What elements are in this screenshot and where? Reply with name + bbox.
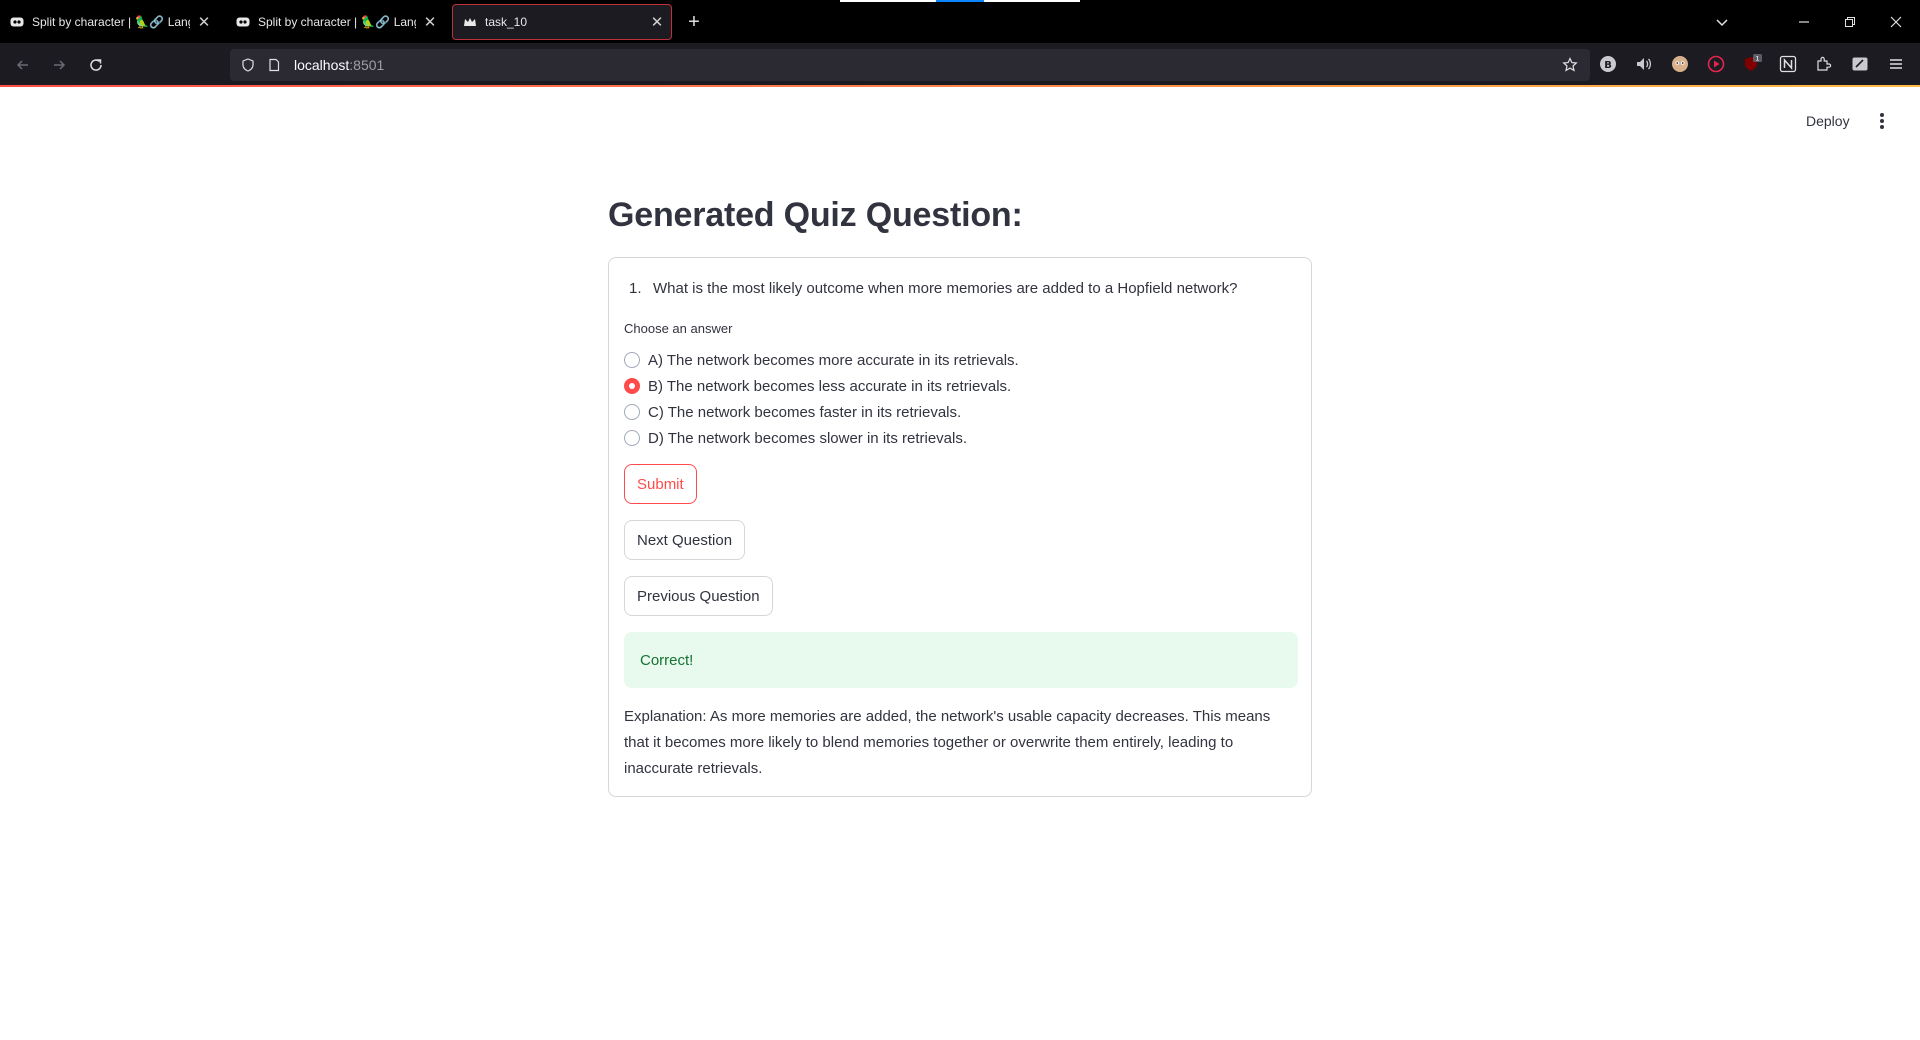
svg-text:B: B (1604, 60, 1612, 71)
extensions-puzzle-icon[interactable] (1813, 53, 1835, 75)
submit-button[interactable]: Submit (624, 464, 697, 504)
page-info-icon[interactable] (266, 57, 282, 73)
forward-arrow-icon[interactable] (46, 52, 72, 78)
radio-button[interactable] (624, 404, 640, 420)
browser-tab-1[interactable]: Split by character | 🦜🔗 LangChain ✕ (0, 4, 218, 40)
notion-extension-icon[interactable] (1777, 53, 1799, 75)
streamlit-crown-icon (463, 15, 477, 29)
url-host: localhost (294, 57, 350, 73)
reload-icon[interactable] (83, 52, 109, 78)
sidebar-extension-icon[interactable] (1849, 53, 1871, 75)
tab-title: Split by character | 🦜🔗 LangChain (32, 15, 190, 29)
ublock-shield-icon[interactable]: 1 (1741, 53, 1763, 75)
langchain-favicon-icon (10, 15, 24, 29)
page-title: Generated Quiz Question: (608, 196, 1023, 234)
bitwarden-extension-icon[interactable]: B (1597, 53, 1619, 75)
answer-option-a[interactable]: A) The network becomes more accurate in … (624, 349, 1019, 371)
answer-option-b[interactable]: B) The network becomes less accurate in … (624, 375, 1011, 397)
browser-tab-bar: Split by character | 🦜🔗 LangChain ✕ Spli… (0, 0, 1920, 43)
extension-badge-count: 1 (1755, 55, 1759, 63)
radio-button[interactable] (624, 430, 640, 446)
avatar-extension-icon[interactable] (1669, 53, 1691, 75)
quiz-card: 1. What is the most likely outcome when … (608, 257, 1312, 797)
hamburger-menu-icon[interactable] (1885, 53, 1907, 75)
browser-tab-2[interactable]: Split by character | 🦜🔗 LangChain ✕ (226, 4, 444, 40)
back-arrow-icon[interactable] (10, 52, 36, 78)
explanation-text: Explanation: As more memories are added,… (624, 708, 1271, 777)
tab-title: task_10 (485, 15, 528, 29)
tab-strip-indicator (840, 0, 936, 2)
new-tab-plus-icon[interactable]: + (682, 10, 706, 34)
previous-question-button[interactable]: Previous Question (624, 576, 773, 616)
question-number: 1. (629, 280, 642, 297)
minimize-window-icon[interactable] (1790, 8, 1818, 36)
speaker-icon[interactable] (1633, 53, 1655, 75)
answer-option-label: C) The network becomes faster in its ret… (648, 403, 962, 421)
deploy-button[interactable]: Deploy (1800, 107, 1856, 135)
tab-strip-indicator (984, 0, 1080, 2)
choose-answer-label: Choose an answer (624, 321, 733, 336)
close-tab-icon[interactable]: ✕ (649, 14, 665, 31)
bookmark-star-icon[interactable] (1562, 57, 1578, 73)
tab-title: Split by character | 🦜🔗 LangChain (258, 15, 416, 29)
close-tab-icon[interactable]: ✕ (196, 14, 212, 31)
next-question-button[interactable]: Next Question (624, 520, 746, 560)
radio-button-selected[interactable] (624, 378, 640, 394)
list-all-tabs-chevron-icon[interactable] (1708, 8, 1736, 36)
question-text: What is the most likely outcome when mor… (653, 280, 1238, 297)
radio-button[interactable] (624, 352, 640, 368)
address-bar[interactable]: localhost:8501 (230, 49, 1590, 81)
close-window-icon[interactable] (1882, 8, 1910, 36)
browser-tab-active[interactable]: task_10 ✕ (452, 4, 672, 40)
main-content: Generated Quiz Question: 1. What is the … (608, 196, 1312, 797)
result-text: Correct! (640, 651, 694, 669)
tab-strip-indicator-active (936, 0, 984, 2)
main-menu-kebab-icon[interactable] (1870, 109, 1894, 133)
url-text: localhost:8501 (294, 57, 384, 73)
browser-nav-bar: localhost:8501 B 1 (0, 43, 1920, 86)
answer-option-d[interactable]: D) The network becomes slower in its ret… (624, 427, 967, 449)
answer-option-label: A) The network becomes more accurate in … (648, 351, 1019, 369)
app-header: Deploy (0, 87, 1920, 157)
restore-window-icon[interactable] (1836, 8, 1864, 36)
langchain-favicon-icon (236, 15, 250, 29)
answer-option-c[interactable]: C) The network becomes faster in its ret… (624, 401, 961, 423)
result-success-alert: Correct! (624, 632, 1298, 688)
close-tab-icon[interactable]: ✕ (422, 14, 438, 31)
shield-icon[interactable] (240, 57, 256, 73)
answer-option-label: B) The network becomes less accurate in … (648, 377, 1012, 395)
question: 1. What is the most likely outcome when … (629, 280, 1237, 297)
answer-option-label: D) The network becomes slower in its ret… (648, 429, 967, 447)
url-port: :8501 (349, 57, 385, 73)
play-extension-icon[interactable] (1705, 53, 1727, 75)
